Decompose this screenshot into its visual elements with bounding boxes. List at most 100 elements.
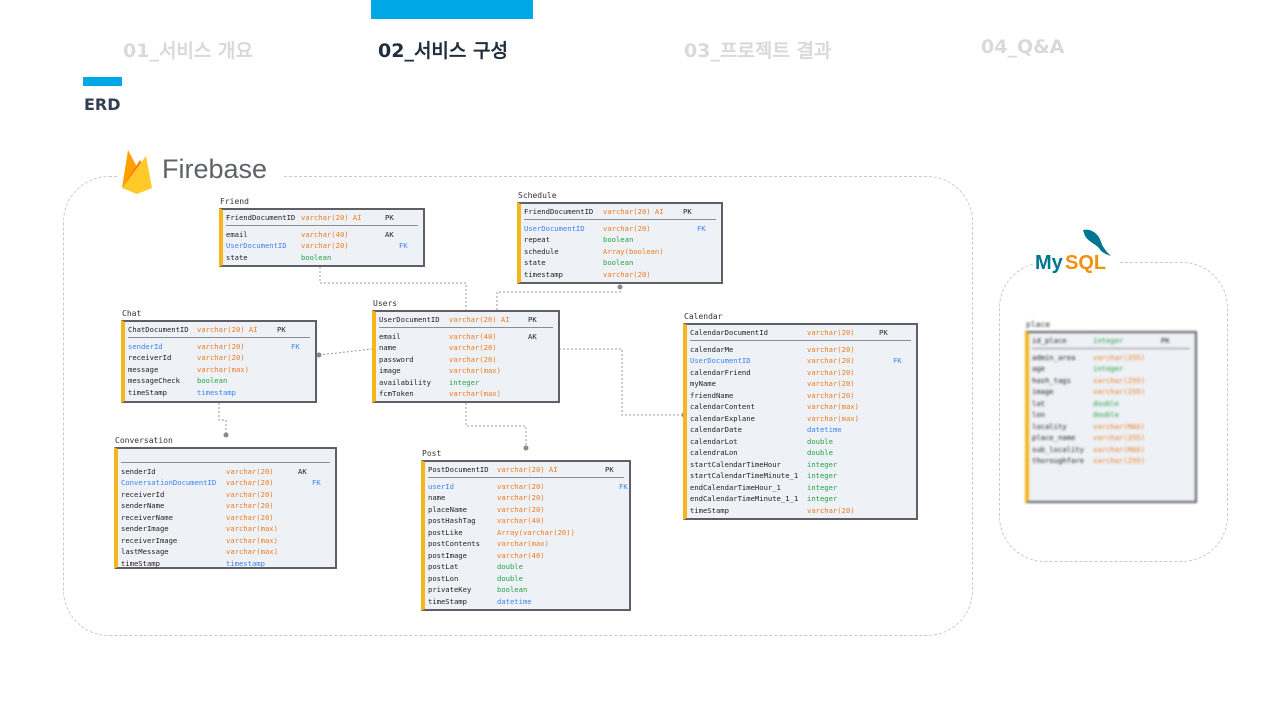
table-row[interactable]: calendraLon double	[687, 447, 914, 459]
table-row[interactable]: calendarContent varchar(max)	[687, 401, 914, 413]
column-name: UserDocumentID	[690, 356, 751, 365]
table-row[interactable]: postLon double	[425, 573, 627, 585]
table-schedule[interactable]: FriendDocumentID varchar(20) AI PK UserDocu…	[517, 202, 723, 284]
column-name: id_place	[1032, 336, 1067, 345]
table-row[interactable]: endCalendarTimeMinute_1_1 integer	[687, 493, 914, 505]
table-row[interactable]: messageCheck boolean	[125, 375, 313, 387]
table-row[interactable]: image varchar(max)	[376, 365, 556, 377]
table-row[interactable]: timeStamp varchar(20)	[687, 505, 914, 517]
table-row[interactable]: email varchar(40) AK	[223, 229, 421, 241]
table-calendar[interactable]: CalendarDocumentId varchar(20) PK calendarM…	[683, 323, 918, 520]
table-header-row[interactable]: FriendDocumentID varchar(20) AI PK	[521, 206, 719, 218]
table-conversation[interactable]: senderId varchar(20) AK ConversationDocumen…	[114, 447, 337, 569]
table-row[interactable]: message varchar(max)	[125, 364, 313, 376]
table-row[interactable]: calendarFriend varchar(20)	[687, 367, 914, 379]
table-row[interactable]: receiverName varchar(20)	[118, 512, 333, 524]
table-row[interactable]: calendarMe varchar(20)	[687, 344, 914, 356]
table-row[interactable]: endCalendarTimeHour_1 integer	[687, 482, 914, 494]
table-row[interactable]: userId varchar(20) FK	[425, 481, 628, 493]
table-row[interactable]: timeStamp timestamp	[125, 387, 313, 399]
table-row[interactable]: receiverId varchar(20)	[118, 489, 333, 501]
table-row[interactable]: thoroughfare varchar(255)	[1029, 455, 1193, 467]
table-row[interactable]: repeat boolean	[521, 234, 719, 246]
table-row[interactable]: availability integer	[376, 377, 556, 389]
column-key: FK	[399, 241, 408, 250]
column-key: FK	[291, 341, 300, 351]
column-type: varchar(max)	[226, 524, 278, 533]
column-name: calendarFriend	[690, 367, 751, 377]
table-row[interactable]: state boolean	[223, 252, 421, 264]
column-key: AK	[298, 466, 307, 476]
column-name: myName	[690, 379, 716, 388]
table-row[interactable]: startCalendarTimeMinute_1 integer	[687, 470, 914, 482]
table-row[interactable]: timeStamp datetime	[425, 596, 627, 608]
table-header-row[interactable]: id_place integer PK	[1029, 335, 1193, 347]
table-row[interactable]: state boolean	[521, 257, 719, 269]
table-row[interactable]: schedule Array(boolean)	[521, 246, 719, 258]
table-users[interactable]: UserDocumentID varchar(20) AI PK email varch…	[372, 310, 560, 403]
table-row[interactable]: senderId varchar(20) FK	[125, 341, 313, 353]
table-row[interactable]: lon double	[1029, 409, 1193, 421]
table-header-row[interactable]: FriendDocumentID varchar(20) AI PK	[223, 212, 421, 224]
table-friend[interactable]: FriendDocumentID varchar(20) AI PK email var…	[219, 208, 425, 267]
table-row[interactable]: placeName varchar(20)	[425, 504, 627, 516]
table-row[interactable]: hash_tags varchar(255)	[1029, 375, 1193, 387]
table-row[interactable]: timestamp varchar(20)	[521, 269, 719, 281]
column-type: boolean	[497, 585, 528, 594]
table-row[interactable]: ConversationDocumentID varchar(20) FK	[118, 477, 333, 489]
column-type: varchar(20)	[807, 390, 855, 400]
column-key: PK	[1161, 336, 1170, 345]
table-row[interactable]: admin_area varchar(255)	[1029, 352, 1193, 364]
column-type: varchar(20)	[449, 343, 497, 352]
table-row[interactable]: senderImage varchar(max)	[118, 523, 333, 535]
table-row[interactable]: postImage varchar(40)	[425, 550, 627, 562]
column-type: varchar(20) AI	[449, 315, 510, 324]
table-row[interactable]: calendarDate datetime	[687, 424, 914, 436]
column-name: image	[379, 366, 401, 375]
table-row[interactable]: friendName varchar(20)	[687, 390, 914, 402]
table-row[interactable]: image varchar(255)	[1029, 386, 1193, 398]
table-header-row[interactable]: PostDocumentID varchar(20) AI PK	[425, 464, 627, 476]
table-row[interactable]: calendarLot double	[687, 436, 914, 448]
table-row[interactable]: password varchar(20)	[376, 354, 556, 366]
table-row[interactable]: place_name varchar(255)	[1029, 432, 1193, 444]
table-row[interactable]: lat double	[1029, 398, 1193, 410]
table-row[interactable]: startCalendarTimeHour integer	[687, 459, 914, 471]
table-row[interactable]: calendarExplane varchar(max)	[687, 413, 914, 425]
table-row[interactable]: privateKey boolean	[425, 584, 627, 596]
table-row[interactable]: email varchar(40) AK	[376, 331, 556, 343]
table-row[interactable]: lastMessage varchar(max)	[118, 546, 333, 558]
table-row[interactable]: UserDocumentID varchar(20) FK	[521, 223, 719, 235]
table-row[interactable]: postLike Array(varchar(20))	[425, 527, 627, 539]
table-row[interactable]: postLat double	[425, 561, 627, 573]
table-row[interactable]: locality varchar(MAX)	[1029, 421, 1193, 433]
table-chat[interactable]: ChatDocumentID varchar(20) AI PK senderId va…	[121, 320, 317, 403]
table-row[interactable]: receiverImage varchar(max)	[118, 535, 333, 547]
column-type: timestamp	[197, 387, 236, 397]
table-row[interactable]: senderId varchar(20) AK	[118, 466, 333, 478]
column-type: varchar(40)	[301, 229, 349, 239]
table-row[interactable]: receiverId varchar(20)	[125, 352, 313, 364]
table-header-row[interactable]: ChatDocumentID varchar(20) AI PK	[125, 324, 313, 336]
table-header-row[interactable]: CalendarDocumentId varchar(20) PK	[687, 327, 914, 339]
table-row[interactable]: UserDocumentID varchar(20) FK	[687, 355, 914, 367]
table-row[interactable]: name varchar(20)	[425, 492, 627, 504]
table-row[interactable]: fcmToken varchar(max)	[376, 388, 556, 400]
column-type: varchar(20) AI	[603, 207, 664, 216]
table-row[interactable]: age integer	[1029, 363, 1193, 375]
table-row[interactable]: timeStamp timestamp	[118, 558, 333, 570]
table-row[interactable]: postContents varchar(max)	[425, 538, 627, 550]
connector-dot	[617, 284, 623, 290]
table-divider	[428, 476, 624, 478]
column-type: varchar(20)	[807, 356, 855, 365]
column-name: UserDocumentID	[226, 241, 287, 250]
table-row[interactable]: sub_locality varchar(MAX)	[1029, 444, 1193, 456]
table-header-row[interactable]: UserDocumentID varchar(20) AI PK	[376, 314, 556, 326]
table-row[interactable]: myName varchar(20)	[687, 378, 914, 390]
table-post[interactable]: PostDocumentID varchar(20) AI PK userId varc…	[421, 460, 631, 611]
table-row[interactable]: name varchar(20)	[376, 342, 556, 354]
table-row[interactable]: postHashTag varchar(40)	[425, 515, 627, 527]
table-row[interactable]: UserDocumentID varchar(20) FK	[223, 240, 421, 252]
table-row[interactable]: senderName varchar(20)	[118, 500, 333, 512]
table-place[interactable]: id_place integer PK admin_area varchar(255) a…	[1025, 331, 1197, 503]
